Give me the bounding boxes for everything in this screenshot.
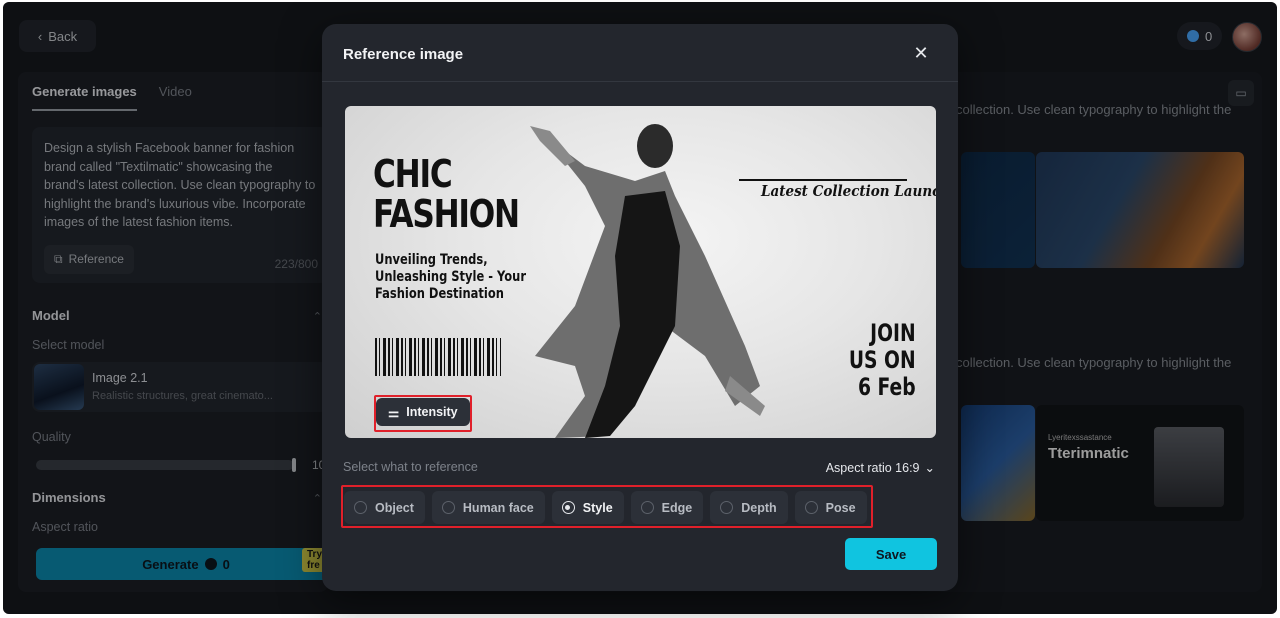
reference-image-modal: Reference image ✕ CHIC FASHION Unveiling… xyxy=(322,24,958,591)
highlight-box-options xyxy=(341,485,873,528)
aspect-ratio-value: Aspect ratio 16:9 xyxy=(825,460,920,475)
chevron-down-icon: ⌄ xyxy=(924,461,935,475)
join-line1: JOIN xyxy=(870,319,916,347)
modal-title: Reference image xyxy=(343,46,464,63)
hero-latest-collection: Latest Collection Launch xyxy=(761,182,936,200)
reference-prompt-label: Select what to reference xyxy=(343,460,478,474)
reference-image-preview: CHIC FASHION Unveiling Trends, Unleashin… xyxy=(345,106,936,438)
model-figure-image xyxy=(530,124,765,438)
hero-join-text: JOIN US ON 6 Feb xyxy=(849,320,916,401)
aspect-ratio-dropdown[interactable]: Aspect ratio 16:9 ⌄ xyxy=(825,460,935,476)
join-line2: US ON xyxy=(849,346,916,374)
hero-title-line1: CHIC xyxy=(373,152,453,196)
hero-title-line2: FASHION xyxy=(373,192,520,236)
save-button[interactable]: Save xyxy=(845,538,937,570)
highlight-box-intensity xyxy=(374,395,472,432)
barcode-graphic xyxy=(375,338,501,376)
modal-header: Reference image ✕ xyxy=(322,24,958,82)
close-icon[interactable]: ✕ xyxy=(912,44,930,62)
hero-title: CHIC FASHION xyxy=(373,152,520,236)
hero-subtitle: Unveiling Trends, Unleashing Style - You… xyxy=(375,252,526,302)
join-line3: 6 Feb xyxy=(858,373,916,401)
hero-divider xyxy=(739,179,907,181)
